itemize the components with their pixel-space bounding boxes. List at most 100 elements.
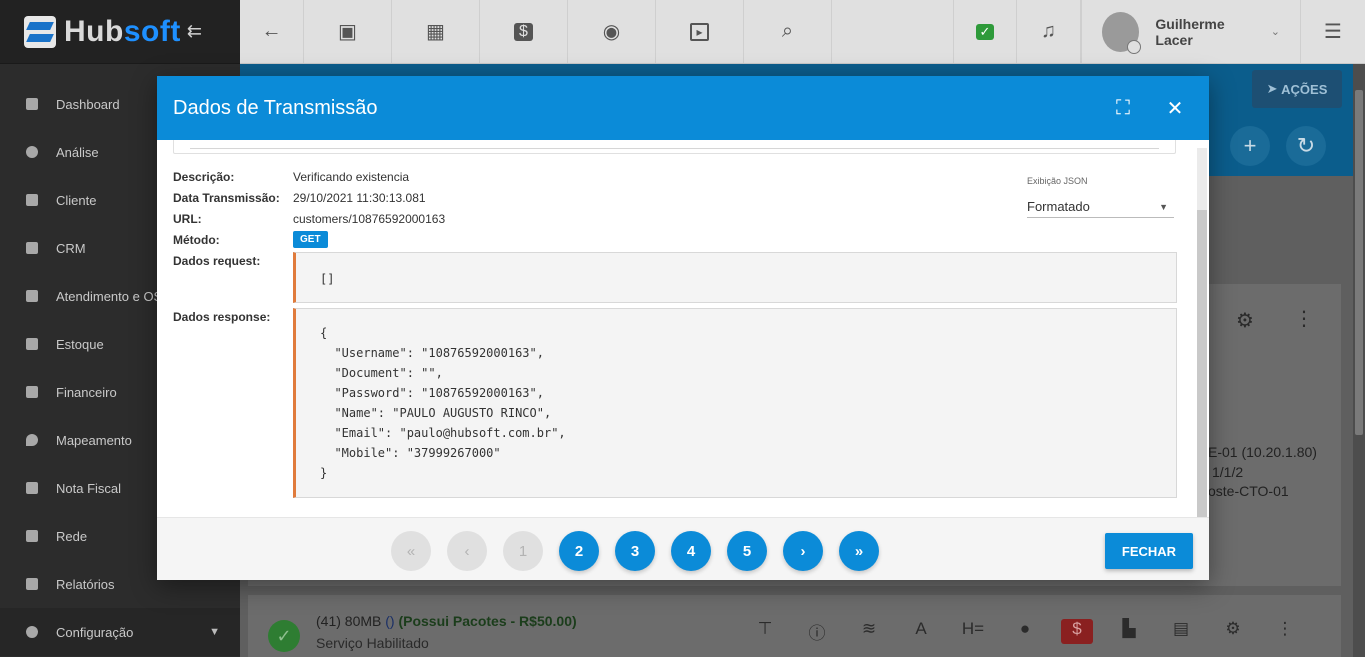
h-equal-icon[interactable]: H= — [957, 619, 989, 644]
schedule-button[interactable]: ▦ — [392, 0, 480, 63]
prev-page-button[interactable]: ‹ — [447, 531, 487, 571]
page-button-1[interactable]: 1 — [503, 531, 543, 571]
descricao-value: Verificando existencia — [293, 170, 410, 184]
acoes-button[interactable]: ➤ AÇÕES — [1252, 70, 1342, 108]
hubsoft-logo-icon — [24, 15, 56, 48]
info-icon[interactable]: ⓘ — [801, 619, 833, 644]
sidebar-item-label: Análise — [56, 144, 99, 160]
page-button-2[interactable]: 2 — [559, 531, 599, 571]
sidebar-item-label: Financeiro — [56, 384, 117, 400]
menu-button[interactable]: ☰ — [1301, 0, 1365, 63]
previous-card-edge — [173, 140, 1176, 154]
dollar-icon[interactable]: $ — [1061, 619, 1093, 644]
money-icon — [26, 386, 38, 398]
sidebar-item-label: Rede — [56, 528, 88, 544]
dropdown-arrow-icon: ▼ — [1159, 201, 1168, 212]
next-page-button[interactable]: › — [783, 531, 823, 571]
equipment-line: oste-CTO-01 — [1208, 483, 1289, 499]
pie-chart-icon — [26, 146, 38, 158]
gear-icon[interactable]: ⚙ — [1236, 308, 1254, 333]
network-tree-icon[interactable]: ⊤ — [749, 619, 781, 644]
json-display-select[interactable]: Exibição JSON Formatado ▼ — [1027, 176, 1174, 218]
plan-name: (41) 80MB — [316, 613, 382, 629]
report-icon — [26, 578, 38, 590]
response-label: Dados response: — [173, 310, 271, 324]
terminal-icon: ▸ — [690, 22, 709, 41]
collapse-sidebar-icon[interactable]: ⇇ — [187, 21, 202, 42]
modal-scrollbar-thumb[interactable] — [1197, 210, 1207, 517]
plan-extra: () — [385, 613, 395, 629]
logo-text: Hubsoft — [64, 15, 181, 49]
more-vert-icon[interactable]: ⋮ — [1294, 306, 1314, 331]
sidebar-item-label: Configuração — [56, 624, 134, 640]
contact-card-icon: ▣ — [338, 21, 357, 43]
url-value: customers/10876592000163 — [293, 212, 446, 226]
chat-button[interactable]: ✓ — [953, 0, 1017, 63]
first-page-button[interactable]: « — [391, 531, 431, 571]
more-vert-icon[interactable]: ⋮ — [1269, 619, 1301, 644]
sidebar-item-label: Cliente — [56, 192, 97, 208]
logo-text-soft: soft — [123, 14, 181, 48]
plan-line: (41) 80MB () (Possui Pacotes - R$50.00) — [316, 613, 577, 629]
json-display-value[interactable]: Formatado ▼ — [1027, 196, 1174, 218]
notifications-button[interactable]: ♫ — [1017, 0, 1081, 63]
equipment-line: 1/1/2 — [1212, 464, 1244, 480]
close-icon[interactable]: ✕ — [1157, 90, 1193, 126]
fullscreen-icon[interactable]: ⛶ — [1105, 90, 1141, 126]
sidebar-item-label: CRM — [56, 240, 86, 256]
sidebar-item-label: Atendimento e OS — [56, 288, 163, 304]
user-name: Guilherme Lacer — [1155, 15, 1225, 48]
method-badge: GET — [293, 231, 328, 248]
view-button[interactable]: ◉ — [568, 0, 656, 63]
chevron-down-icon: ⌄ — [1270, 26, 1280, 38]
search-icon: ⌕ — [781, 20, 794, 42]
last-page-button[interactable]: » — [839, 531, 879, 571]
eye-icon: ◉ — [602, 21, 621, 43]
spellcheck-icon[interactable]: A — [905, 619, 937, 644]
map-pin-icon — [26, 434, 38, 446]
descricao-label: Descrição: — [173, 170, 235, 184]
dollar-icon: $ — [514, 22, 533, 41]
refresh-button[interactable]: ↻ — [1286, 126, 1326, 166]
pagination: « ‹ 1 2 3 4 5 › » — [391, 531, 879, 571]
request-label: Dados request: — [173, 254, 261, 268]
json-display-selected: Formatado — [1027, 199, 1090, 214]
url-label: URL: — [173, 212, 202, 226]
sidebar-item-label: Mapeamento — [56, 432, 132, 448]
gear-icon[interactable]: ⚙ — [1217, 619, 1249, 644]
terminal-button[interactable]: ▸ — [656, 0, 744, 63]
data-transmissao-label: Data Transmissão: — [173, 191, 280, 205]
fechar-button[interactable]: FECHAR — [1105, 533, 1193, 569]
search-button[interactable]: ⌕ — [744, 0, 832, 63]
bar-chart-icon[interactable]: ▙ — [1113, 619, 1145, 644]
clients-button[interactable]: ▣ — [304, 0, 392, 63]
page-button-3[interactable]: 3 — [615, 531, 655, 571]
response-body: { "Username": "10876592000163", "Documen… — [293, 308, 1177, 498]
dashboard-icon — [26, 98, 38, 110]
sidebar-item-label: Estoque — [56, 336, 104, 352]
calendar-clock-icon: ▦ — [426, 21, 445, 43]
modal-footer: « ‹ 1 2 3 4 5 › » FECHAR — [157, 517, 1209, 580]
sidebar-item-label: Relatórios — [56, 576, 115, 592]
data-transmissao-value: 29/10/2021 11:30:13.081 — [293, 191, 426, 205]
arrow-left-icon: ← — [261, 20, 282, 42]
sidebar-item-configuracao[interactable]: Configuração ▼ — [0, 608, 240, 656]
page-scrollbar-thumb[interactable] — [1355, 90, 1363, 435]
map-pin-icon[interactable]: ● — [1009, 619, 1041, 644]
sidebar-item-label: Dashboard — [56, 96, 120, 112]
list-menu-icon: ☰ — [1324, 21, 1342, 43]
page-button-4[interactable]: 4 — [671, 531, 711, 571]
modal-body: Descrição: Verificando existencia Data T… — [157, 140, 1209, 517]
calendar-clock-icon — [26, 290, 38, 302]
back-button[interactable]: ← — [240, 0, 304, 63]
page-button-5[interactable]: 5 — [727, 531, 767, 571]
add-button[interactable]: + — [1230, 126, 1270, 166]
logo[interactable]: Hubsoft ⇇ — [0, 0, 240, 64]
box-icon — [26, 338, 38, 350]
user-menu[interactable]: Guilherme Lacer ⌄ — [1081, 0, 1301, 63]
financial-button[interactable]: $ — [480, 0, 568, 63]
json-display-label: Exibição JSON — [1027, 176, 1088, 186]
wifi-icon[interactable]: ≋ — [853, 619, 885, 644]
document-icon[interactable]: ▤ — [1165, 619, 1197, 644]
